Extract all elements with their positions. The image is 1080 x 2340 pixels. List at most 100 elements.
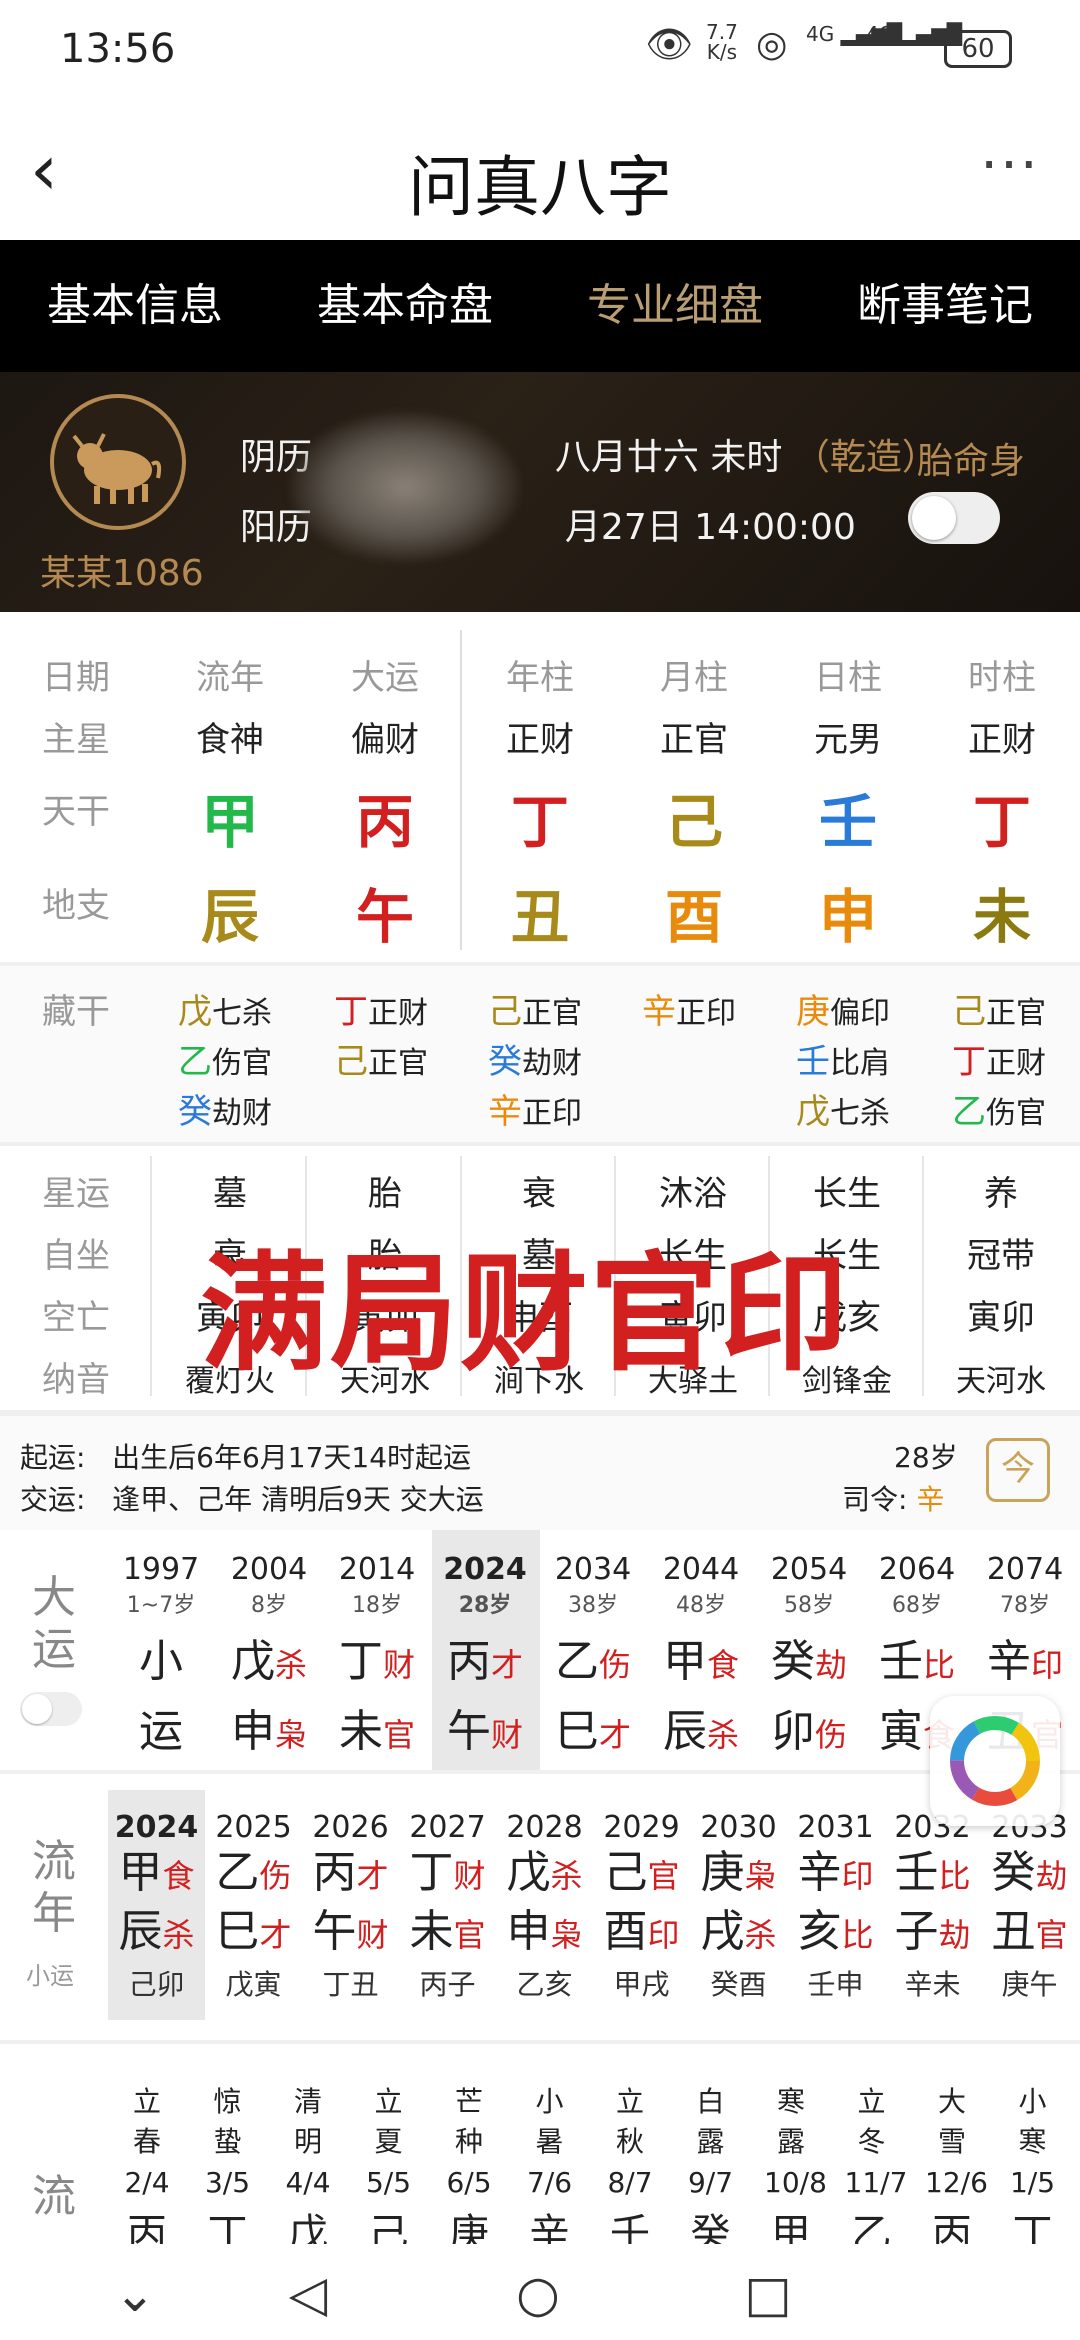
profile-name: 某某1086	[40, 553, 204, 594]
canggan-item: 壬比肩	[796, 1042, 890, 1082]
dayun-zhi: 午财	[446, 1706, 523, 1757]
liunian-column[interactable]: 2024 甲食 辰杀 己卯	[108, 1804, 205, 2014]
liunian-column[interactable]: 2032 壬比 子劫 辛未	[884, 1804, 981, 2014]
dayun-year: 2034	[554, 1552, 632, 1587]
jieqi-date: 7/6	[526, 2166, 573, 2199]
liunian-column[interactable]: 2028 戊杀 申枭 乙亥	[496, 1804, 593, 2014]
liuyue-column[interactable]: 大雪 12/6 丙	[925, 2080, 988, 2259]
section-divider	[0, 1770, 1080, 1774]
battery-icon: 60	[944, 30, 1012, 68]
liuyue-column[interactable]: 清明 4/4 戊	[281, 2080, 335, 2259]
jiaoyun-text: 逢甲、己年 清明后9天 交大运	[112, 1483, 484, 1516]
liuyue-column[interactable]: 立夏 5/5 己	[362, 2080, 416, 2259]
tab-notes[interactable]: 断事笔记	[810, 240, 1080, 372]
dayun-column[interactable]: 2004 8岁 戊杀 申枭	[216, 1548, 322, 1764]
liuyue-column[interactable]: 小寒 1/5 丁	[1006, 2080, 1060, 2259]
dayun-column[interactable]: 1997 1~7岁小运	[108, 1548, 214, 1764]
current-age: 28岁	[894, 1441, 958, 1474]
liunian-year: 2031	[797, 1810, 874, 1845]
liunian-gan: 庚枭	[700, 1847, 777, 1898]
nav-recents-icon[interactable]: □	[738, 2264, 798, 2324]
taimingshen-label: 胎命身	[916, 441, 1025, 482]
liunian-zhi: 亥比	[797, 1906, 874, 1957]
liunian-column[interactable]: 2029 己官 酉印 甲戌	[593, 1804, 690, 2014]
liuyue-column[interactable]: 惊蛰 3/5 丁	[201, 2080, 255, 2259]
liunian-zhi: 子劫	[894, 1906, 971, 1957]
overlay-stamp-text: 满局财官印	[200, 1240, 851, 1389]
tab-pro-chart[interactable]: 专业细盘	[540, 240, 810, 372]
dayun-column[interactable]: 2044 48岁 甲食 辰杀	[648, 1548, 754, 1764]
dayun-toggle[interactable]	[20, 1692, 82, 1726]
taimingshen-toggle[interactable]	[908, 492, 1000, 544]
nav-back-icon[interactable]: ◁	[278, 2264, 338, 2324]
liunian-column[interactable]: 2025 乙伤 巳才 戊寅	[205, 1804, 302, 2014]
liuyue-column[interactable]: 寒露 10/8 甲	[764, 2080, 827, 2259]
xingyun-cell: 墓	[213, 1174, 247, 1214]
more-options-icon[interactable]: ···	[970, 136, 1050, 196]
qiyun-label: 起运:	[20, 1441, 86, 1474]
liunian-gan: 戊杀	[506, 1847, 583, 1898]
dayun-gan: 丁财	[338, 1636, 415, 1687]
qiyun-line: 起运: 出生后6年6月17天14时起运	[20, 1436, 471, 1476]
jieqi-date: 10/8	[764, 2166, 827, 2199]
dayun-age: 68岁	[892, 1593, 942, 1618]
xiaoyun-ganzhi: 壬申	[807, 1968, 864, 2001]
dayun-gan: 辛印	[986, 1636, 1063, 1687]
nayin-cell: 天河水	[956, 1364, 1046, 1399]
section-divider	[0, 1142, 1080, 1146]
liunian-zhi: 戌杀	[700, 1906, 777, 1957]
page-title: 问真八字	[408, 149, 672, 226]
dizhi-char: 丑	[510, 883, 569, 951]
liuyue-column[interactable]: 白露 9/7 癸	[684, 2080, 738, 2259]
liuyue-column[interactable]: 立冬 11/7 乙	[844, 2080, 908, 2259]
jieqi-date: 4/4	[285, 2166, 331, 2199]
jieqi-name: 大雪	[937, 2085, 966, 2158]
dayun-column[interactable]: 2054 58岁 癸劫 卯伤	[756, 1548, 862, 1764]
net-type-1: 4G	[806, 22, 835, 46]
liunian-column[interactable]: 2031 辛印 亥比 壬申	[787, 1804, 884, 2014]
liuyue-column[interactable]: 芒种 6/5 庚	[442, 2080, 496, 2259]
tiangan-char: 壬	[818, 788, 877, 856]
dayun-column[interactable]: 2014 18岁 丁财 未官	[324, 1548, 430, 1764]
jiaoyun-line: 交运: 逢甲、己年 清明后9天 交大运	[20, 1478, 484, 1518]
main-star: 食神	[196, 720, 264, 760]
liunian-column[interactable]: 2030 庚枭 戌杀 癸酉	[690, 1804, 787, 2014]
tab-basic-chart[interactable]: 基本命盘	[270, 240, 540, 372]
jieqi-date: 11/7	[844, 2166, 908, 2199]
liunian-column[interactable]: 2027 丁财 未官 丙子	[399, 1804, 496, 2014]
liunian-year: 2025	[215, 1810, 292, 1845]
today-calendar-icon[interactable]: 今	[986, 1438, 1050, 1502]
nav-home-icon[interactable]: ○	[508, 2264, 568, 2324]
header-year-pillar: 年柱	[506, 658, 574, 698]
dayun-age: 38岁	[568, 1593, 618, 1618]
liunian-column[interactable]: 2026 丙才 午财 丁丑	[302, 1804, 399, 2014]
liuyue-column[interactable]: 小暑 7/6 辛	[523, 2080, 577, 2259]
xiaoyun-ganzhi: 庚午	[1001, 1968, 1058, 2001]
floating-action-button[interactable]	[930, 1696, 1060, 1826]
chevron-down-icon[interactable]: ⌄	[105, 2264, 165, 2324]
canggan-item: 辛正印	[488, 1092, 582, 1132]
label-zizuo: 自坐	[42, 1236, 110, 1276]
dayun-age: 58岁	[784, 1593, 834, 1618]
header-dayun: 大运	[351, 658, 419, 698]
status-time: 13:56	[60, 26, 176, 72]
liunian-column[interactable]: 2033 癸劫 丑官 庚午	[981, 1804, 1078, 2014]
dayun-column[interactable]: 2034 38岁 乙伤 巳才	[540, 1548, 646, 1764]
jieqi-name: 清明	[293, 2085, 322, 2158]
dayun-year: 2014	[338, 1552, 416, 1587]
liunian-gan: 癸劫	[991, 1847, 1068, 1898]
xingyun-cell: 沐浴	[659, 1174, 727, 1214]
tab-basic-info[interactable]: 基本信息	[0, 240, 270, 372]
dayun-gan: 壬比	[878, 1636, 955, 1687]
dayun-year: 2044	[662, 1552, 740, 1587]
liuyue-column[interactable]: 立春 2/4 丙	[120, 2080, 174, 2259]
label-tiangan: 天干	[42, 792, 110, 832]
jieqi-name: 立冬	[857, 2085, 886, 2158]
dizhi-char: 辰	[200, 883, 259, 951]
liuyue-column[interactable]: 立秋 8/7 壬	[603, 2080, 657, 2259]
eye-icon: 👁	[645, 22, 694, 66]
canggan-item: 戊七杀	[796, 1092, 890, 1132]
dayun-column[interactable]: 2024 28岁 丙才 午财	[432, 1548, 538, 1764]
grid-line	[922, 1156, 924, 1396]
jieqi-name: 小寒	[1018, 2085, 1047, 2158]
